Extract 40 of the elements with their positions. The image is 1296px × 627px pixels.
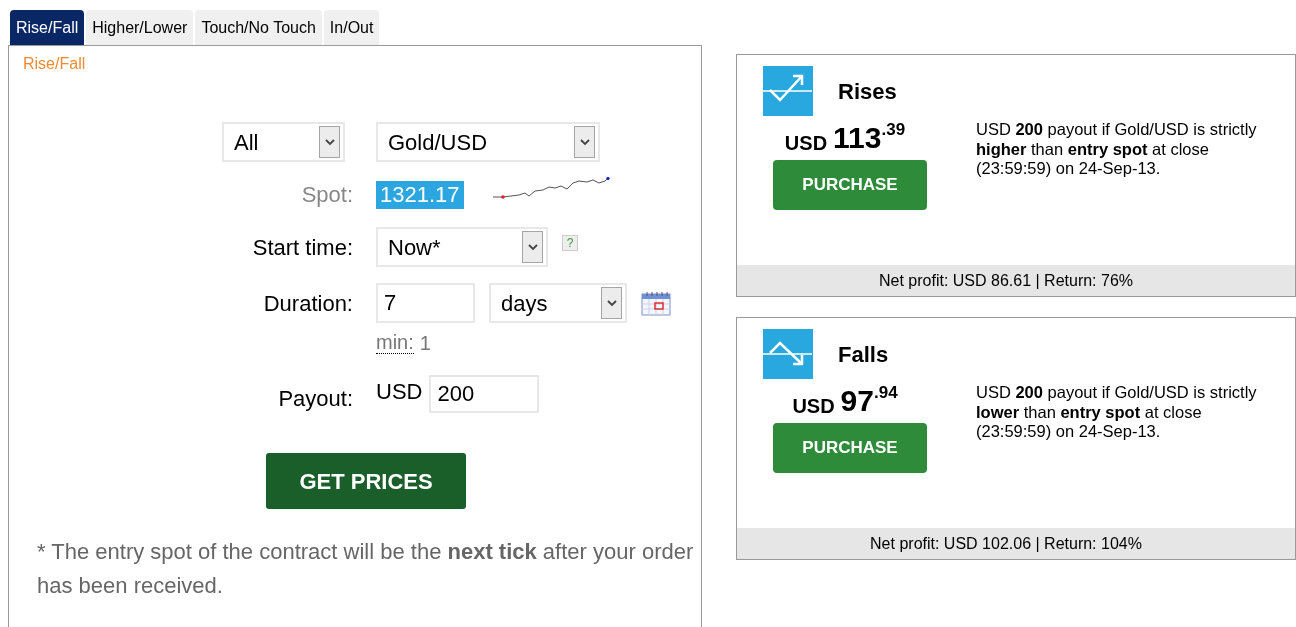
- chevron-down-icon: [606, 299, 617, 307]
- contract-description: USD 200 payout if Gold/USD is strictly lower than entry spot at close (23:59:59) on 24-Sep-13.: [976, 383, 1258, 442]
- footer-text: Net profit: USD 86.61 | Return: 76%: [877, 270, 1135, 291]
- hint-label: min:: [376, 331, 414, 354]
- chevron-down-icon: [527, 243, 538, 251]
- spot-label: Spot:: [301, 181, 353, 209]
- tab[interactable]: Rise/Fall: [10, 10, 85, 45]
- price-whole: 113: [833, 120, 882, 156]
- purchase-button[interactable]: PURCHASE: [773, 160, 927, 210]
- duration-field[interactable]: 7: [376, 283, 475, 323]
- field-label: Duration:: [263, 289, 353, 318]
- price-currency: USD: [784, 131, 828, 156]
- chevron-down-icon: [324, 138, 335, 146]
- spot-value: 1321.17: [376, 180, 464, 209]
- price-whole: 97: [840, 383, 874, 419]
- tab[interactable]: Touch/No Touch: [195, 10, 322, 45]
- price-fraction: .39: [881, 120, 906, 140]
- contract-description: USD 200 payout if Gold/USD is strictly higher than entry spot at close (23:59:59) on 24-Sep-13.: [976, 120, 1258, 179]
- get-prices-button[interactable]: GET PRICES: [266, 453, 466, 509]
- field-label: Start time:: [252, 233, 353, 262]
- tab[interactable]: In/Out: [323, 10, 380, 45]
- payout-field[interactable]: 200: [429, 374, 540, 413]
- unit-dropdown[interactable]: days: [489, 283, 627, 323]
- purchase-button[interactable]: PURCHASE: [773, 423, 927, 473]
- hint-value: 1: [419, 331, 431, 354]
- contract-title: Falls: [838, 340, 889, 369]
- price-currency: USD: [792, 394, 835, 419]
- field-label: Payout:: [278, 385, 353, 413]
- tab[interactable]: Higher/Lower: [86, 10, 194, 45]
- currency-label: USD: [376, 377, 423, 406]
- panel-title: Rise/Fall: [23, 54, 87, 74]
- market-dropdown[interactable]: Gold/USD: [376, 122, 600, 162]
- price-fraction: .94: [874, 383, 898, 403]
- footnote: * The entry spot of the contract will be the next tick after your order has been received.: [37, 538, 695, 600]
- footer-text: Net profit: USD 102.06 | Return: 104%: [869, 533, 1143, 554]
- calendar-icon: [641, 290, 671, 316]
- filter-dropdown[interactable]: All: [222, 122, 345, 162]
- contract-title: Rises: [838, 77, 897, 106]
- start-time-dropdown[interactable]: Now*: [376, 227, 548, 267]
- chevron-down-icon: [579, 138, 590, 146]
